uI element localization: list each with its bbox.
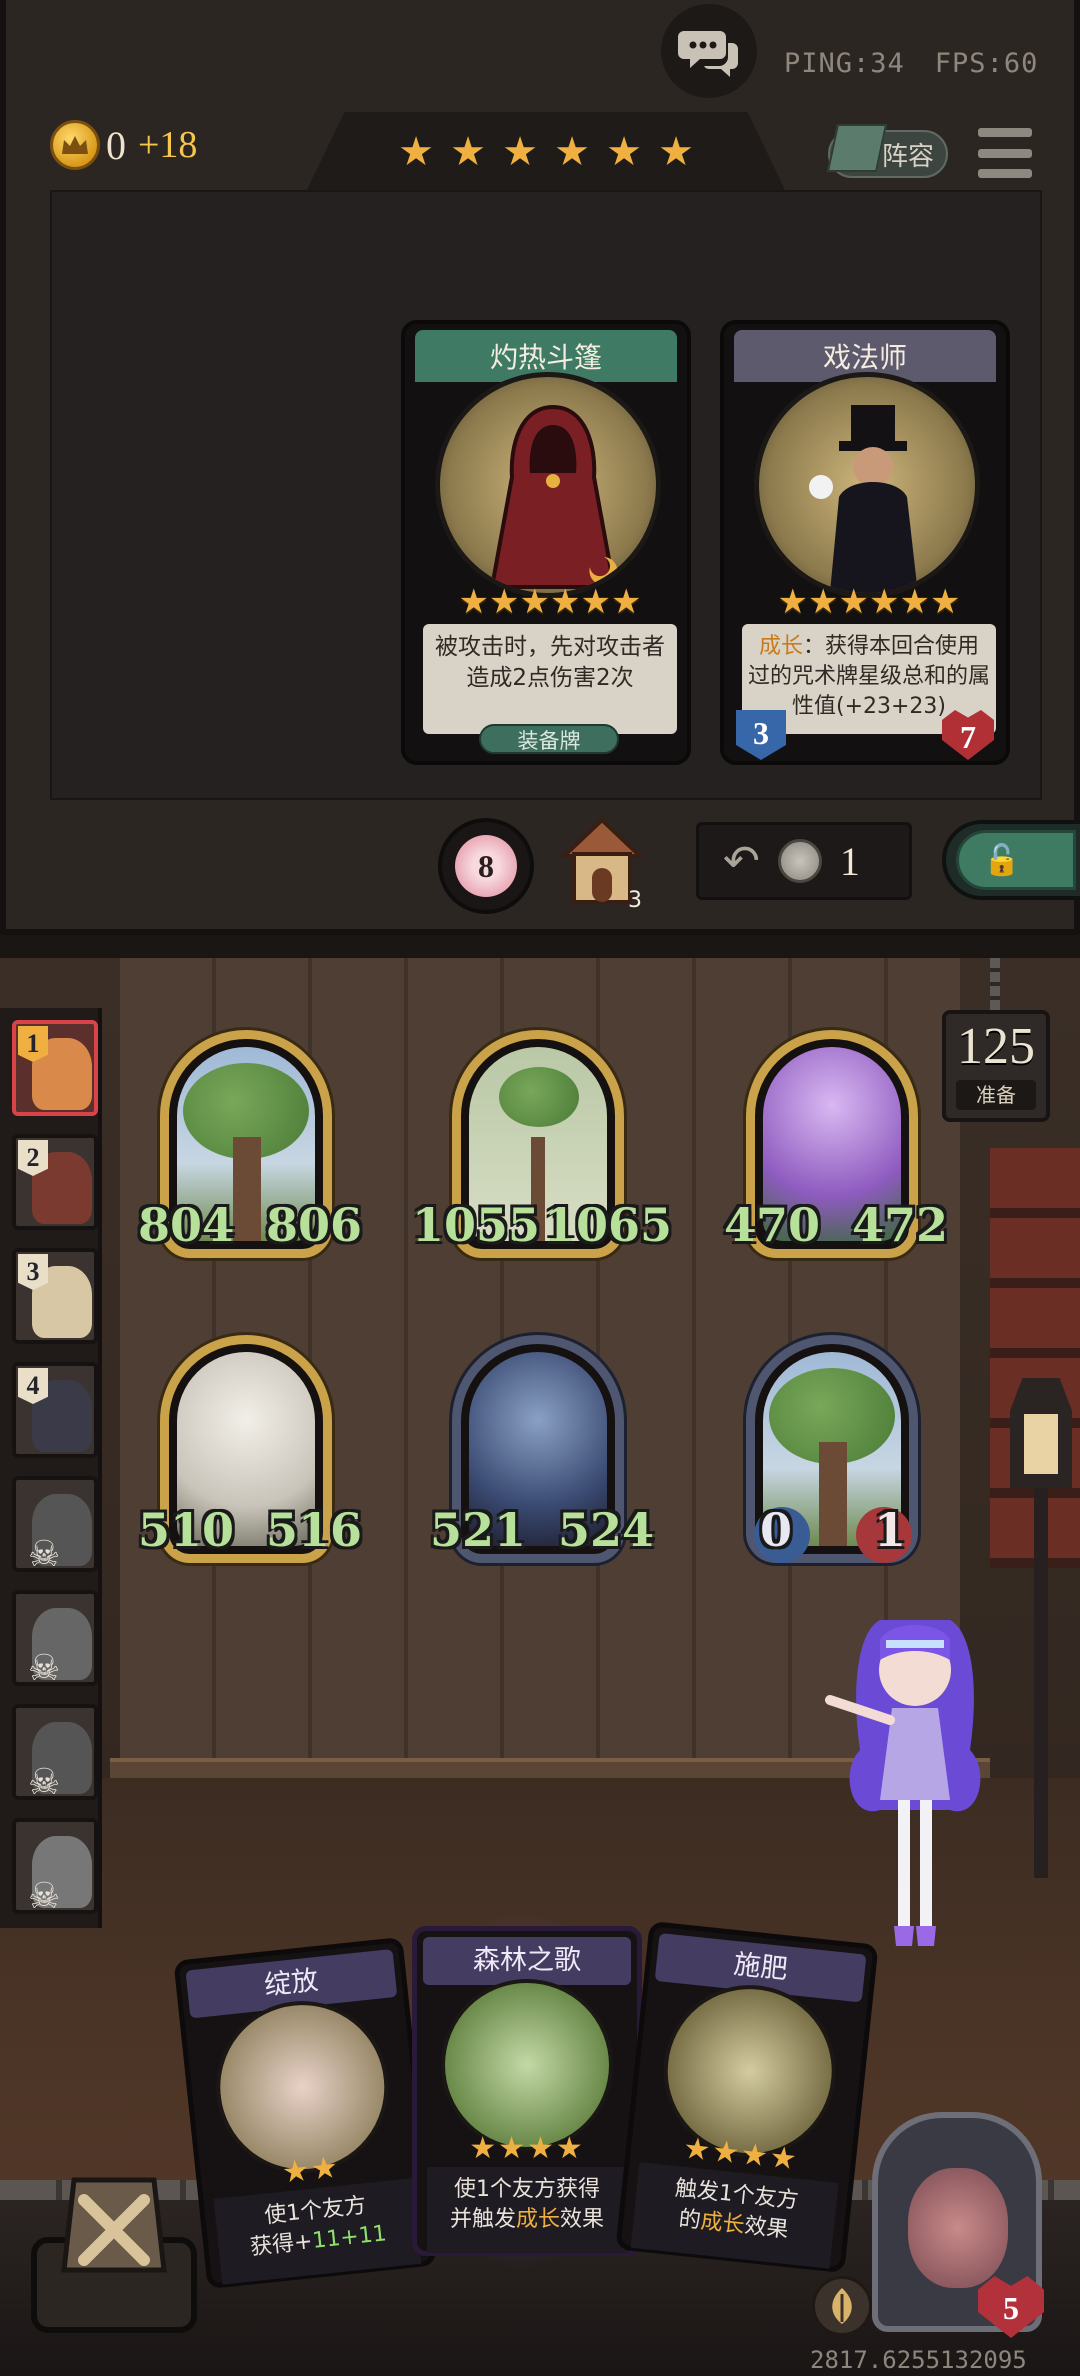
- cloak-art: [435, 372, 661, 598]
- unit-health: 1065: [543, 1198, 672, 1252]
- queue-opponent[interactable]: 2: [12, 1134, 98, 1230]
- shop-tier-stars: ★ ★ ★ ★ ★ ★: [306, 112, 786, 192]
- scroll-icon: [31, 2177, 197, 2333]
- unit-attack: 0: [760, 1503, 793, 1557]
- star-icon: ★: [398, 129, 434, 175]
- hand-card-forest-song[interactable]: 森林之歌 ★★★★ 使1个友方获得 并触发成长效果: [412, 1926, 642, 2256]
- attack-badge: 3: [736, 710, 786, 760]
- queue-opponent[interactable]: ☠: [12, 1818, 98, 1914]
- board-unit-tree[interactable]: 804 806: [138, 1030, 362, 1265]
- house-level: 3: [628, 888, 642, 913]
- unit-health: 516: [265, 1503, 362, 1557]
- menu-bar-icon: [978, 128, 1032, 137]
- gold-display: 0 +18: [50, 120, 197, 170]
- queue-opponent[interactable]: ☠: [12, 1590, 98, 1686]
- shop-panel: PING:34 FPS:60 0 +18 ★ ★ ★ ★ ★ ★ 阵容 灼热斗篷: [0, 0, 1080, 935]
- queue-order-badge: 4: [18, 1368, 48, 1404]
- unit-attack: 521: [430, 1503, 527, 1557]
- flower-count: 8: [478, 847, 494, 884]
- shop-card-equipment[interactable]: 灼热斗篷 ★★★★★★ 被攻击时，先对攻击者造成2点伤害2次 装备牌: [401, 320, 691, 765]
- desc-line: 使1个友方获得: [454, 2177, 600, 2202]
- refresh-button[interactable]: ↶ 1: [696, 822, 912, 900]
- lineup-label: 阵容: [881, 141, 934, 172]
- network-stats: PING:34 FPS:60: [784, 48, 1038, 79]
- player-hero-character: [820, 1600, 1010, 1960]
- queue-opponent[interactable]: 3: [12, 1248, 98, 1344]
- star-icon: ★: [658, 129, 694, 175]
- lock-shop-button[interactable]: 🔓: [942, 820, 1080, 900]
- queue-order-badge: 2: [18, 1140, 48, 1176]
- chain: [990, 958, 1000, 1012]
- star-icon: ★: [502, 129, 538, 175]
- game-seed: 2817.6255132095: [810, 2346, 1027, 2374]
- leaf-button[interactable]: [812, 2276, 872, 2336]
- round-phase: 准备: [956, 1080, 1036, 1110]
- elf-art: [441, 1979, 613, 2151]
- unit-attack: 804: [138, 1198, 235, 1252]
- card-description: 被攻击时，先对攻击者造成2点伤害2次: [423, 624, 677, 734]
- crown-coin-icon: [50, 120, 100, 170]
- skull-icon: ☠: [28, 1762, 61, 1800]
- unit-health: 806: [265, 1198, 362, 1252]
- card-stars: ★★★★: [469, 2131, 585, 2166]
- queue-opponent[interactable]: 1: [12, 1020, 98, 1116]
- card-description: 使1个友方获得 并触发成长效果: [427, 2167, 627, 2253]
- unit-health: 1: [873, 1503, 906, 1557]
- lock-icon: 🔓: [956, 830, 1076, 890]
- card-title: 森林之歌: [423, 1937, 631, 1985]
- chat-icon: [678, 31, 738, 77]
- silver-coin-icon: [777, 839, 822, 883]
- menu-bar-icon: [978, 169, 1032, 178]
- queue-order-badge: 3: [18, 1254, 48, 1290]
- board-unit-fairy[interactable]: 470 472: [724, 1030, 948, 1265]
- board-unit-tree-small[interactable]: 0 1: [746, 1335, 918, 1570]
- player-avatar: [908, 2168, 1008, 2288]
- menu-bar-icon: [978, 148, 1032, 158]
- star-icon: ★: [450, 129, 486, 175]
- round-number: 125: [957, 1018, 1035, 1075]
- gold-value: 0: [106, 122, 126, 168]
- leaf-icon: [832, 2288, 852, 2324]
- unit-health: 524: [557, 1503, 654, 1557]
- scroll-button[interactable]: [14, 2140, 214, 2340]
- board-unit-white-lady[interactable]: 510 516: [138, 1335, 362, 1570]
- menu-button[interactable]: [978, 128, 1032, 178]
- fps-readout: FPS:60: [934, 48, 1039, 79]
- unit-attack: 1055: [412, 1198, 541, 1252]
- hand-card-bloom[interactable]: 绽放 ★★ 使1个友方 获得+11+11: [173, 1936, 437, 2290]
- shop-card-unit[interactable]: 戏法师 ★★★★★★ 成长：获得本回合使用过的咒术牌星级总和的属性值(+23+2…: [720, 320, 1010, 765]
- magician-art: [754, 372, 980, 598]
- unit-attack: 470: [724, 1198, 821, 1252]
- refresh-icon: ↶: [723, 835, 760, 887]
- desc-line: 并触发成长效果: [449, 2207, 605, 2232]
- skull-icon: ☠: [28, 1876, 61, 1914]
- card-stars: ★★★★★★: [458, 582, 642, 622]
- queue-opponent[interactable]: ☠: [12, 1476, 98, 1572]
- spell-flower-button[interactable]: 8: [438, 818, 534, 914]
- board-unit-dark-elf[interactable]: 521 524: [430, 1335, 654, 1570]
- queue-order-badge: 1: [18, 1026, 48, 1062]
- card-type-tag: 装备牌: [479, 724, 619, 754]
- skull-icon: ☠: [28, 1534, 61, 1572]
- keyword-growth: 成长: [758, 634, 803, 659]
- flower-icon: 8: [455, 835, 517, 897]
- unit-health: 472: [851, 1198, 948, 1252]
- board-unit-young-tree[interactable]: 1055 1065: [412, 1030, 672, 1265]
- health-badge: 7: [942, 710, 994, 760]
- star-icon: ★: [606, 129, 642, 175]
- queue-opponent[interactable]: 4: [12, 1362, 98, 1458]
- hand-card-fertilize[interactable]: 施肥 ★★★★ 触发1个友方 的成长效果: [615, 1920, 879, 2274]
- book-icon: [826, 124, 888, 172]
- unit-attack: 510: [138, 1503, 235, 1557]
- ping-readout: PING:34: [784, 48, 905, 79]
- lamp-post: [1010, 1378, 1072, 1878]
- queue-opponent[interactable]: ☠: [12, 1704, 98, 1800]
- gold-income: +18: [138, 124, 198, 166]
- chat-button[interactable]: [661, 4, 757, 98]
- refresh-cost: 1: [839, 838, 860, 884]
- card-stars: ★★★★★★: [777, 582, 961, 622]
- skull-icon: ☠: [28, 1648, 61, 1686]
- star-icon: ★: [554, 129, 590, 175]
- round-counter: 125 准备: [942, 1010, 1050, 1122]
